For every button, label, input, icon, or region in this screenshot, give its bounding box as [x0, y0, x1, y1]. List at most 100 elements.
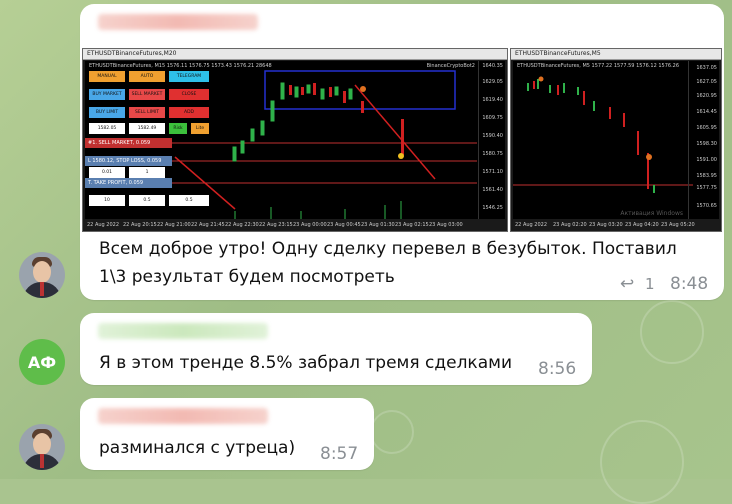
- message-time: 8:48: [670, 274, 709, 294]
- lite-button[interactable]: Lite: [191, 123, 209, 134]
- message-text-line: Всем доброе утро! Одну сделку перевел в …: [99, 239, 677, 259]
- sender-name-blurred[interactable]: [98, 408, 268, 424]
- message-bubble[interactable]: разминался с утреца) 8:57: [80, 398, 374, 470]
- auto-button[interactable]: AUTO: [129, 71, 165, 82]
- chart-screenshot-right[interactable]: ETHUSDTBinanceFutures,M5 ETHUSDTBinanceF…: [510, 48, 722, 232]
- price-tick: 1577.75: [696, 185, 717, 191]
- signal-dot: [538, 76, 544, 82]
- time-tick: 22 Aug 21:45: [191, 222, 225, 228]
- count-field[interactable]: 1: [129, 167, 165, 178]
- close-button[interactable]: CLOSE: [169, 89, 209, 100]
- price-tick: 1619.40: [482, 97, 503, 103]
- wallpaper-doodle: [370, 410, 414, 454]
- price-tick: 1627.05: [696, 79, 717, 85]
- price-tick: 1570.65: [696, 203, 717, 209]
- price-tick: 1614.45: [696, 109, 717, 115]
- stop-loss-line-label: L 1580.12, STOP LOSS, 0.059: [85, 156, 172, 166]
- price-tick: 1640.35: [482, 63, 503, 69]
- price-tick: 1590.40: [482, 133, 503, 139]
- price-field[interactable]: 1582.05: [89, 123, 125, 134]
- sell-market-button[interactable]: SELL MARKET: [129, 89, 165, 100]
- message-text-line: 1\3 результат будем посмотреть: [99, 267, 395, 287]
- price-chart: ETHUSDTBinanceFutures, M5 1577.22 1577.5…: [513, 61, 719, 230]
- time-tick: 23 Aug 00:00: [293, 222, 327, 228]
- manual-button[interactable]: MANUAL: [89, 71, 125, 82]
- candles: [527, 79, 655, 193]
- time-axis: 22 Aug 2022 22 Aug 20:15 22 Aug 21:00 22…: [85, 220, 505, 230]
- price-tick: 1629.05: [482, 79, 503, 85]
- price-tick: 1561.40: [482, 187, 503, 193]
- tp-field[interactable]: 0.5: [129, 195, 165, 206]
- time-tick: 23 Aug 02:20: [553, 222, 587, 228]
- buy-market-button[interactable]: BUY MARKET: [89, 89, 125, 100]
- risk-button[interactable]: Risk: [169, 123, 187, 134]
- avatar-tie: [40, 454, 44, 468]
- add-button[interactable]: ADD: [169, 107, 209, 118]
- sender-name-blurred[interactable]: [98, 323, 268, 339]
- price-axis: 1640.35 1629.05 1619.40 1609.75 1590.40 …: [478, 61, 505, 219]
- time-tick: 23 Aug 00:45: [327, 222, 361, 228]
- chart-screenshot-left[interactable]: ETHUSDTBinanceFutures,M20 ETHUSDTBinance…: [82, 48, 508, 232]
- time-tick: 23 Aug 03:00: [429, 222, 463, 228]
- price-axis: 1637.05 1627.05 1620.95 1614.45 1605.95 …: [688, 61, 719, 219]
- time-tick: 23 Aug 01:30: [361, 222, 395, 228]
- buy-limit-button[interactable]: BUY LIMIT: [89, 107, 125, 118]
- price-tick: 1637.05: [696, 65, 717, 71]
- price-tick: 1605.95: [696, 125, 717, 131]
- price-tick: 1591.00: [696, 157, 717, 163]
- avatar[interactable]: АФ: [19, 339, 65, 385]
- time-tick: 23 Aug 05:20: [661, 222, 695, 228]
- avatar-face: [33, 433, 51, 455]
- message-text: разминался с утреца): [99, 438, 296, 458]
- price-tick: 1620.95: [696, 93, 717, 99]
- time-tick: 22 Aug 21:00: [157, 222, 191, 228]
- lot-field[interactable]: 0.01: [89, 167, 125, 178]
- avatar[interactable]: [19, 252, 65, 298]
- time-tick: 23 Aug 02:15: [395, 222, 429, 228]
- sl-field[interactable]: 10: [89, 195, 125, 206]
- window-title: ETHUSDTBinanceFutures,M5: [511, 49, 721, 60]
- sender-name-blurred[interactable]: [98, 14, 258, 30]
- price-tick: 1583.95: [696, 173, 717, 179]
- time-tick: 23 Aug 04:20: [625, 222, 659, 228]
- price-tick: 1598.30: [696, 141, 717, 147]
- candles: [232, 82, 353, 162]
- sell-market-line-label: #1. SELL MARKET, 0.059: [85, 138, 172, 148]
- avatar-face: [33, 261, 51, 283]
- time-tick: 22 Aug 23:15: [259, 222, 293, 228]
- avatar[interactable]: [19, 424, 65, 470]
- candles-svg: [513, 76, 693, 193]
- candles-red: [289, 83, 404, 155]
- wallpaper-doodle: [640, 300, 704, 364]
- candles-red: [533, 81, 649, 189]
- price-tick: 1571.10: [482, 169, 503, 175]
- trend-line: [354, 84, 436, 180]
- avatar-tie: [40, 282, 44, 296]
- signal-dot: [398, 153, 404, 159]
- window-title: ETHUSDTBinanceFutures,M20: [83, 49, 507, 60]
- price-chart: ETHUSDTBinanceFutures, M15 1576.11 1576.…: [85, 61, 505, 230]
- time-tick: 22 Aug 20:15: [123, 222, 157, 228]
- reply-count-value: 1: [645, 275, 655, 293]
- price-tick: 1609.75: [482, 115, 503, 121]
- time-tick: 23 Aug 03:20: [589, 222, 623, 228]
- price-field[interactable]: 1582.49: [129, 123, 165, 134]
- message-bubble[interactable]: ETHUSDTBinanceFutures,M20 ETHUSDTBinance…: [80, 4, 724, 300]
- time-tick: 22 Aug 2022: [515, 222, 548, 228]
- price-tick: 1580.75: [482, 151, 503, 157]
- message-text: Я в этом тренде 8.5% забрал тремя сделка…: [99, 353, 512, 373]
- message-time: 8:57: [320, 444, 359, 464]
- volume-bars: [234, 201, 402, 219]
- time-tick: 22 Aug 22:30: [225, 222, 259, 228]
- price-tick: 1546.25: [482, 205, 503, 211]
- time-axis: 22 Aug 2022 23 Aug 02:20 23 Aug 03:20 23…: [513, 220, 719, 230]
- wallpaper-doodle: [600, 420, 684, 504]
- sell-limit-button[interactable]: SELL LIMIT: [129, 107, 165, 118]
- tp-field[interactable]: 0.5: [169, 195, 209, 206]
- message-time: 8:56: [538, 359, 577, 379]
- reply-count[interactable]: ↩ 1: [620, 274, 655, 294]
- signal-dot: [646, 154, 652, 160]
- message-bubble[interactable]: Я в этом тренде 8.5% забрал тремя сделка…: [80, 313, 592, 385]
- telegram-button[interactable]: TELEGRAM: [169, 71, 209, 82]
- reply-arrow-icon: ↩: [620, 274, 635, 294]
